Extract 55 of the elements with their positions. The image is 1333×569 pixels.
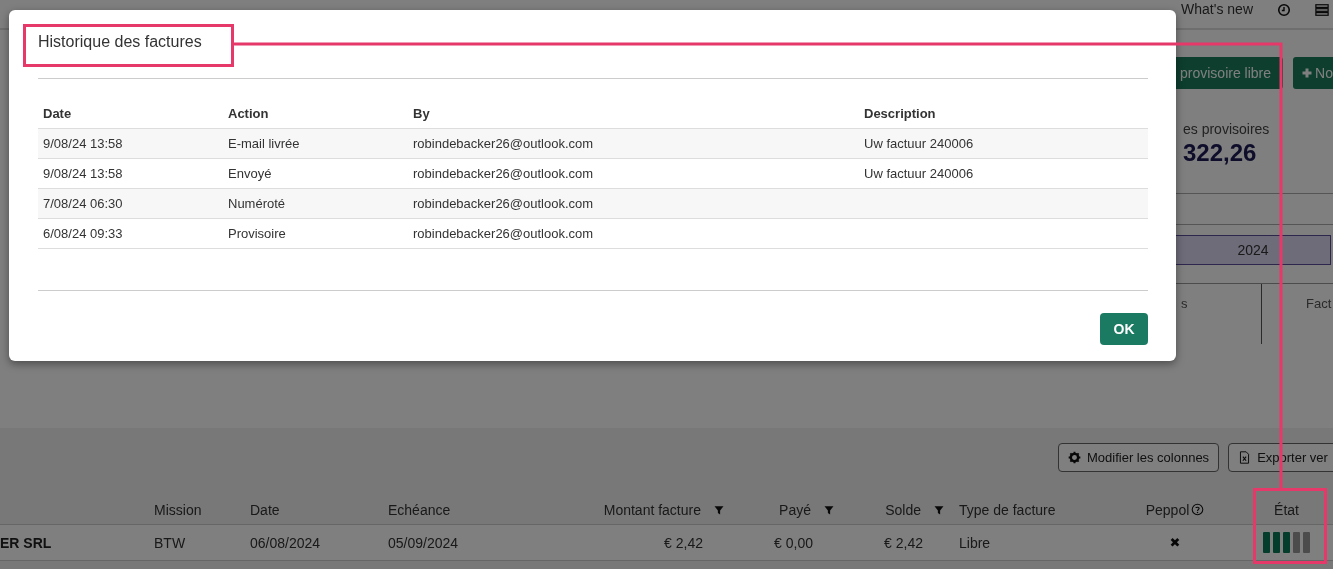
dialog-title: Historique des factures bbox=[38, 33, 202, 52]
client-name: ER SRL bbox=[0, 525, 150, 561]
column-header[interactable]: Echéance bbox=[388, 501, 451, 518]
column-header[interactable]: Mission bbox=[154, 501, 202, 518]
table-cell: 06/08/2024 bbox=[250, 534, 321, 551]
filter-icon bbox=[933, 503, 945, 516]
column-header[interactable]: Montant facture bbox=[603, 501, 731, 518]
gear-icon bbox=[1068, 451, 1081, 464]
clock-icon bbox=[1277, 3, 1291, 17]
summary-label: es provisoires bbox=[1183, 121, 1271, 137]
column-header[interactable]: Solde bbox=[885, 501, 951, 518]
column-header[interactable]: Type de facture bbox=[959, 501, 1056, 518]
table-cell: € 2,42 bbox=[664, 534, 703, 551]
column-header: Date bbox=[43, 106, 72, 121]
table-cell: robindebacker26@outlook.com bbox=[413, 136, 594, 151]
table-cell: Uw factuur 240006 bbox=[864, 136, 974, 151]
table-cell: Numéroté bbox=[228, 196, 286, 211]
table-cell: Envoyé bbox=[228, 166, 272, 181]
filter-icon bbox=[713, 503, 725, 516]
column-header[interactable]: Payé bbox=[779, 501, 841, 518]
table-cell: 9/08/24 13:58 bbox=[43, 136, 123, 151]
new-button[interactable]: No bbox=[1293, 57, 1333, 89]
table-cell: 9/08/24 13:58 bbox=[43, 166, 123, 181]
table-cell: 6/08/24 09:33 bbox=[43, 226, 123, 241]
table-cell: robindebacker26@outlook.com bbox=[413, 166, 594, 181]
table-cell: Provisoire bbox=[228, 226, 286, 241]
ok-button[interactable]: OK bbox=[1100, 313, 1148, 345]
summary-value: 322,26 bbox=[1183, 139, 1258, 167]
table-cell: € 0,00 bbox=[774, 534, 813, 551]
table-cell: € 2,42 bbox=[884, 534, 923, 551]
table-cell: E-mail livrée bbox=[228, 136, 300, 151]
column-header: Description bbox=[864, 106, 936, 121]
table-cell-text: Fact bbox=[1305, 295, 1333, 313]
list-icon bbox=[1315, 3, 1329, 17]
table-cell: robindebacker26@outlook.com bbox=[413, 196, 594, 211]
document-icon bbox=[1238, 451, 1252, 464]
year-tab[interactable]: 2024 bbox=[1175, 235, 1331, 265]
cross-icon: ✖ bbox=[1169, 535, 1181, 550]
table-cell: Uw factuur 240006 bbox=[864, 166, 974, 181]
filter-icon bbox=[823, 503, 835, 516]
edit-columns-button[interactable]: Modifier les colonnes bbox=[1058, 443, 1220, 472]
plus-icon bbox=[1301, 67, 1314, 79]
help-icon bbox=[1191, 503, 1205, 516]
table-cell: BTW bbox=[154, 534, 186, 551]
table-cell: Libre bbox=[959, 534, 991, 551]
column-header[interactable]: État bbox=[1274, 501, 1299, 518]
column-header: Action bbox=[228, 106, 269, 121]
table-cell: 05/09/2024 bbox=[388, 534, 459, 551]
whats-new-link[interactable]: What's new bbox=[1181, 1, 1253, 18]
status-steps bbox=[1263, 532, 1310, 553]
table-cell: 7/08/24 06:30 bbox=[43, 196, 123, 211]
table-cell: robindebacker26@outlook.com bbox=[413, 226, 594, 241]
column-header[interactable]: Peppol bbox=[1145, 501, 1205, 518]
column-header: By bbox=[413, 106, 430, 121]
column-header[interactable]: Date bbox=[250, 501, 280, 518]
